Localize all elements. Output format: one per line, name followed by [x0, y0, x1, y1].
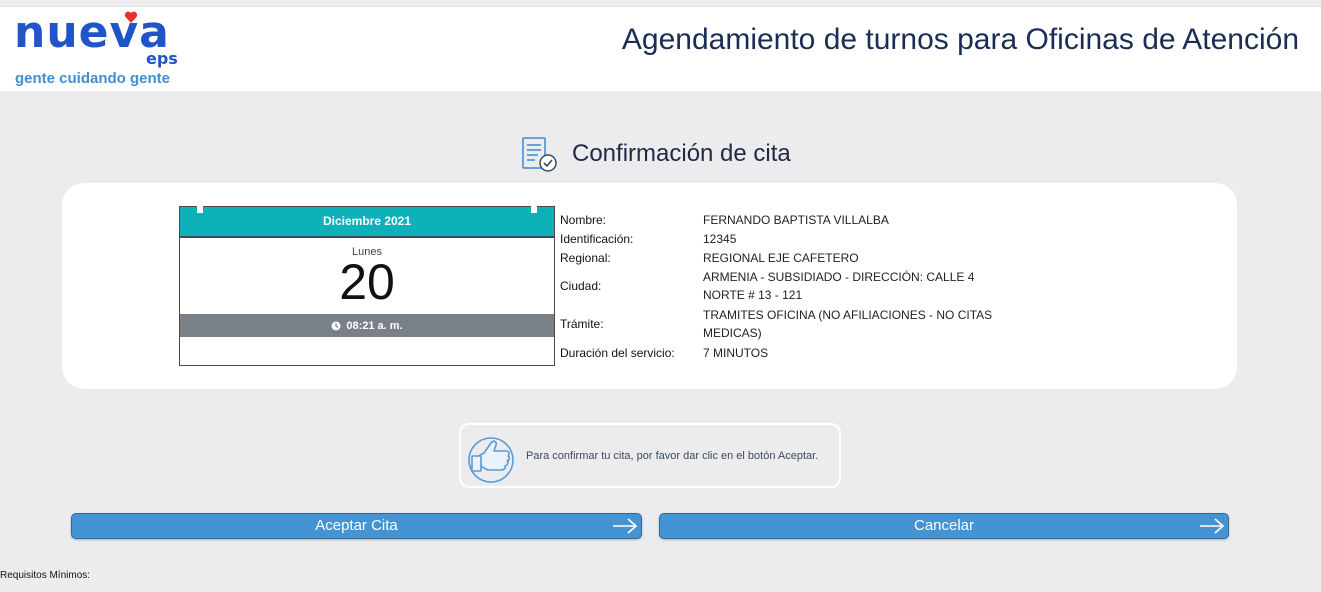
arrow-right-icon [1200, 518, 1225, 534]
requirements-label: Requisitos Mínimos: [0, 570, 91, 581]
thumbs-up-icon [468, 436, 514, 483]
calendar-widget: Diciembre 2021 Lunes 20 08:21 a. m. [179, 204, 555, 366]
detail-row-name: Nombre: FERNANDO BAPTISTA VILLALBA [560, 210, 1003, 229]
notice-text: Para confirmar tu cita, por favor dar cl… [526, 449, 819, 462]
cancel-button[interactable]: Cancelar [659, 513, 1229, 539]
detail-value: TRAMITES OFICINA (NO AFILIACIONES - NO C… [703, 308, 993, 340]
calendar-time-bar: 08:21 a. m. [180, 314, 554, 337]
page-title: Agendamiento de turnos para Oficinas de … [621, 23, 1299, 56]
document-check-icon [522, 137, 557, 172]
logo-eps: eps [146, 49, 178, 68]
detail-row-id: Identificación: 12345 [560, 229, 1003, 248]
detail-row-procedure: Trámite: TRAMITES OFICINA (NO AFILIACION… [560, 305, 1003, 343]
logo-tagline: gente cuidando gente [15, 70, 171, 87]
arrow-right-icon [613, 518, 638, 534]
clock-icon [331, 321, 341, 330]
detail-row-regional: Regional: REGIONAL EJE CAFETERO [560, 248, 1003, 267]
section-title: Confirmación de cita [572, 140, 791, 167]
calendar-ring [531, 204, 537, 213]
accept-appointment-button[interactable]: Aceptar Cita [71, 513, 642, 539]
detail-value: REGIONAL EJE CAFETERO [703, 250, 859, 265]
detail-row-city: Ciudad: ARMENIA - SUBSIDIADO - DIRECCIÓN… [560, 267, 1003, 305]
accept-button-label: Aceptar Cita [315, 517, 398, 534]
cancel-button-label: Cancelar [913, 517, 975, 534]
calendar-time: 08:21 a. m. [346, 319, 403, 332]
calendar-month: Diciembre 2021 [180, 207, 554, 238]
header: nueva eps gente cuidando gente Agendamie… [0, 6, 1321, 91]
detail-label: Trámite: [560, 317, 604, 331]
calendar-ring [197, 204, 203, 213]
detail-value: 12345 [703, 231, 737, 246]
detail-label: Ciudad: [560, 279, 602, 293]
calendar-day-number: 20 [339, 254, 395, 310]
section-header: Confirmación de cita [520, 134, 791, 174]
detail-label: Regional: [560, 250, 611, 265]
heart-icon [124, 11, 138, 23]
detail-value: 7 MINUTOS [703, 345, 769, 360]
detail-row-duration: Duración del servicio: 7 MINUTOS [560, 343, 1003, 362]
detail-label: Duración del servicio: [560, 345, 675, 360]
detail-label: Nombre: [560, 212, 607, 227]
detail-value: FERNANDO BAPTISTA VILLALBA [703, 212, 889, 227]
appointment-details: Nombre: FERNANDO BAPTISTA VILLALBA Ident… [560, 210, 1003, 362]
detail-value: ARMENIA - SUBSIDIADO - DIRECCIÓN: CALLE … [703, 270, 975, 302]
confirm-notice: Para confirmar tu cita, por favor dar cl… [459, 423, 841, 488]
detail-label: Identificación: [560, 231, 634, 246]
